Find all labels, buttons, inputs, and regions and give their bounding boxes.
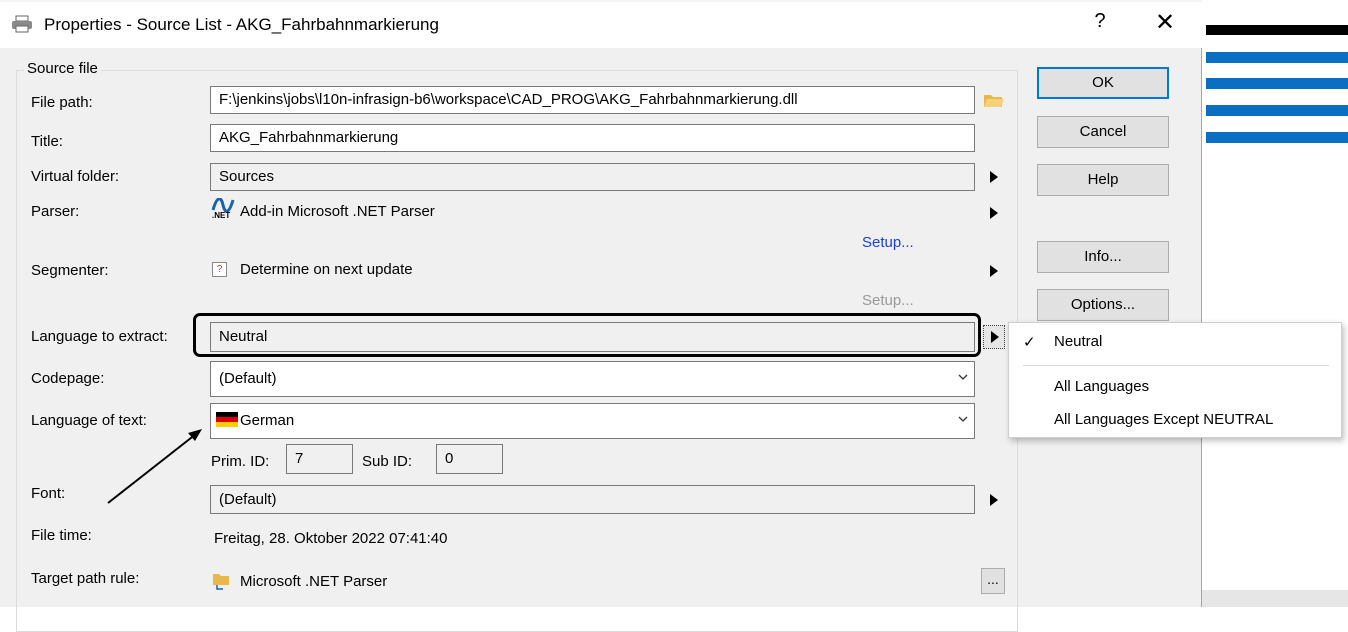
language-to-extract-arrow-icon xyxy=(991,331,999,343)
background-blue-bar xyxy=(1206,52,1348,63)
cancel-button[interactable]: Cancel xyxy=(1037,116,1169,148)
check-icon: ✓ xyxy=(1023,334,1036,351)
language-to-extract-menu-button[interactable] xyxy=(983,325,1005,349)
background-app-panel xyxy=(1202,0,1348,607)
ok-button[interactable]: OK xyxy=(1037,67,1169,99)
german-flag-icon xyxy=(216,411,238,427)
dotnet-icon-text: .NET xyxy=(212,211,231,220)
help-button[interactable]: Help xyxy=(1037,164,1169,196)
menu-item-all-languages-except-neutral[interactable]: All Languages Except NEUTRAL xyxy=(1054,411,1273,428)
font-arrow-icon[interactable] xyxy=(990,494,998,506)
prim-id-label: Prim. ID: xyxy=(211,453,270,470)
sub-id-field[interactable]: 0 xyxy=(436,444,503,474)
segmenter-question-icon: ? xyxy=(212,262,227,277)
segmenter-label: Segmenter: xyxy=(31,262,109,279)
virtual-folder-label: Virtual folder: xyxy=(31,168,120,185)
virtual-folder-field[interactable]: Sources xyxy=(210,163,975,191)
codepage-select[interactable]: (Default) xyxy=(210,361,975,397)
segmenter-value: Determine on next update xyxy=(240,261,413,278)
segmenter-setup-link[interactable]: Setup... xyxy=(862,292,914,309)
font-field[interactable]: (Default) xyxy=(210,485,975,514)
highlight-box xyxy=(193,313,981,357)
virtual-folder-arrow-icon[interactable] xyxy=(990,171,998,183)
background-blue-bar xyxy=(1206,105,1348,116)
language-to-extract-label: Language to extract: xyxy=(31,328,168,345)
language-to-extract-menu: ✓ Neutral All Languages All Languages Ex… xyxy=(1008,322,1342,438)
menu-item-neutral[interactable]: Neutral xyxy=(1054,333,1102,350)
target-path-rule-value: Microsoft .NET Parser xyxy=(240,573,388,590)
parser-setup-link[interactable]: Setup... xyxy=(862,234,914,251)
background-black-bar xyxy=(1206,25,1348,35)
sub-id-label: Sub ID: xyxy=(362,453,413,470)
codepage-value: (Default) xyxy=(219,370,277,387)
font-label: Font: xyxy=(31,485,66,502)
info-button[interactable]: Info... xyxy=(1037,241,1169,273)
folder-open-icon[interactable] xyxy=(983,91,1005,109)
annotation-arrow-icon xyxy=(107,429,202,504)
chevron-down-icon xyxy=(958,374,968,380)
help-icon[interactable]: ? xyxy=(1088,10,1112,33)
background-blue-bar xyxy=(1206,78,1348,89)
target-path-rule-browse-button[interactable]: ... xyxy=(981,568,1005,594)
menu-separator xyxy=(1023,365,1329,366)
dotnet-icon: .NET xyxy=(211,198,235,220)
file-path-input[interactable]: F:\jenkins\jobs\l10n-infrasign-b6\worksp… xyxy=(210,86,975,114)
background-blue-bar xyxy=(1206,132,1348,143)
segmenter-arrow-icon[interactable] xyxy=(990,265,998,277)
menu-item-all-languages[interactable]: All Languages xyxy=(1054,378,1149,395)
title-label: Title: xyxy=(31,133,63,150)
file-time-label: File time: xyxy=(31,527,92,544)
parser-value: Add-in Microsoft .NET Parser xyxy=(240,203,435,220)
language-of-text-select[interactable]: German xyxy=(210,403,975,439)
file-path-label: File path: xyxy=(31,94,93,111)
file-time-value: Freitag, 28. Oktober 2022 07:41:40 xyxy=(214,530,448,547)
target-path-rule-label: Target path rule: xyxy=(31,570,140,587)
chevron-down-icon xyxy=(958,416,968,422)
title-input[interactable]: AKG_Fahrbahnmarkierung xyxy=(210,124,975,152)
folder-rule-icon xyxy=(213,574,229,590)
prim-id-field[interactable]: 7 xyxy=(286,444,353,474)
language-of-text-value: German xyxy=(240,412,295,429)
options-button[interactable]: Options... xyxy=(1037,289,1169,321)
parser-label: Parser: xyxy=(31,203,80,220)
background-scrollbar[interactable] xyxy=(1202,590,1348,607)
close-icon[interactable]: ✕ xyxy=(1150,8,1180,37)
window-title: Properties - Source List - AKG_Fahrbahnm… xyxy=(44,15,439,34)
group-caption: Source file xyxy=(24,60,101,77)
printer-icon xyxy=(12,15,32,33)
parser-arrow-icon[interactable] xyxy=(990,207,998,219)
codepage-label: Codepage: xyxy=(31,370,105,387)
